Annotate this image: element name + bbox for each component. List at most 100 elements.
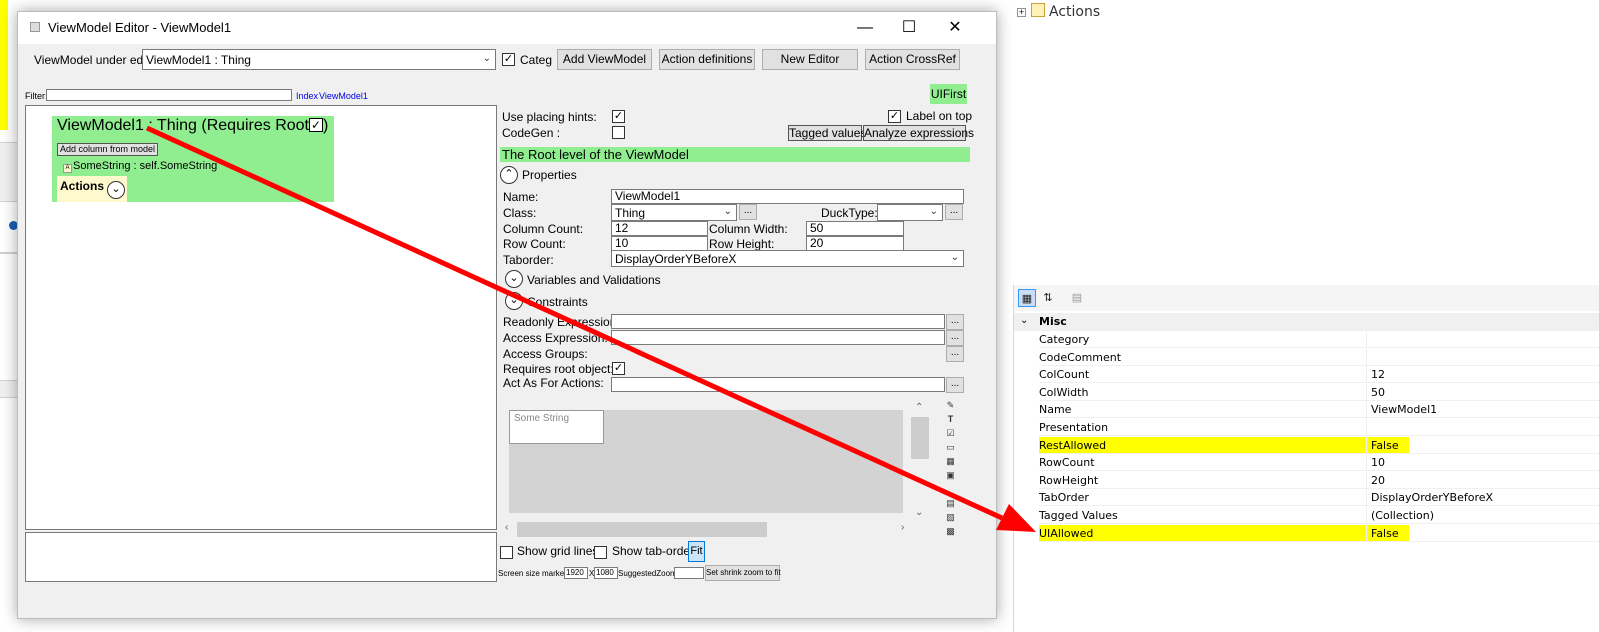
show-grid-lines-checkbox[interactable] [500,546,513,559]
scroll-right-icon[interactable]: › [901,522,904,533]
filter-input[interactable] [46,89,292,101]
preview-field[interactable]: Some String [509,410,604,444]
codegen-checkbox[interactable] [612,126,625,139]
property-row[interactable]: Tagged Values (Collection) [1014,506,1599,525]
name-input[interactable]: ViewModel1 [611,189,964,204]
scroll-left-icon[interactable]: ‹ [505,522,508,533]
image-tool-icon[interactable]: ▣ [945,470,956,481]
viewmodel-link[interactable]: ViewModel1 [319,91,368,101]
row-height-input[interactable]: 20 [806,236,904,251]
design-canvas[interactable]: ViewModel1 : Thing (Requires Root ✓) Add … [25,105,497,530]
vm-under-edit-select[interactable]: ViewModel1 : Thing ⌄ [142,49,496,70]
text-icon[interactable]: T [945,414,956,425]
expand-actions-icon[interactable]: ⌄ [107,181,125,199]
constraints-expand-icon[interactable]: ⌄ [505,292,523,310]
property-row[interactable]: RowCount 10 [1014,454,1599,472]
screen-width-input[interactable]: 1920 [564,567,588,579]
property-value[interactable]: ViewModel1 [1366,401,1599,419]
action-crossref-button[interactable]: Action CrossRef [865,49,960,70]
categ-checkbox[interactable]: ✓ [502,53,515,66]
checkbox-tool-icon[interactable]: ☑ [945,428,956,439]
access-groups-browse[interactable]: ... [946,346,964,362]
edit-icon[interactable]: ✎ [945,400,956,411]
properties-collapse-icon[interactable]: ⌃ [500,166,518,184]
property-value[interactable] [1366,331,1599,348]
set-shrink-zoom-button[interactable]: Set shrink zoom to fit [705,565,781,581]
property-value[interactable]: (Collection) [1366,506,1599,524]
add-column-button[interactable]: Add column from model [57,143,159,156]
ducktype-browse-button[interactable]: ... [945,204,963,220]
class-browse-button[interactable]: ... [739,204,757,220]
output-pane[interactable] [25,532,497,582]
list-tool-icon[interactable]: ▧ [945,512,956,523]
combo-tool-icon[interactable]: ▩ [945,526,956,537]
variables-expand-icon[interactable]: ⌄ [505,270,523,288]
property-pages-icon[interactable]: ▤ [1068,289,1086,307]
show-tab-order-checkbox[interactable] [594,546,607,559]
tree-node-actions[interactable]: Actions [1049,4,1100,20]
property-row[interactable]: ColCount 12 [1014,366,1599,384]
act-as-input[interactable] [611,377,945,392]
scroll-up-icon[interactable]: ⌃ [915,402,923,413]
property-value[interactable] [1366,348,1599,366]
property-row[interactable]: RestAllowed False [1014,436,1599,455]
sort-alphabetical-icon[interactable]: ⇅ [1039,289,1057,307]
property-row[interactable]: Category [1014,331,1599,349]
property-row[interactable]: Presentation [1014,418,1599,437]
analyze-expressions-button[interactable]: Analyze expressions [863,125,974,141]
button-tool-icon[interactable]: ▭ [945,442,956,453]
property-row[interactable]: UIAllowed False [1014,524,1599,543]
property-row[interactable]: ColWidth 50 [1014,383,1599,402]
property-row[interactable]: RowHeight 20 [1014,471,1599,490]
grid-tool-icon[interactable]: ▦ [945,456,956,467]
expand-icon[interactable]: + [1017,8,1026,17]
categorized-icon[interactable]: ▦ [1018,289,1036,307]
category-row[interactable]: ⌄ Misc [1014,313,1599,331]
tagged-values-button[interactable]: Tagged values [788,125,866,141]
property-value[interactable] [1366,418,1599,436]
screen-height-input[interactable]: 1080 [594,567,618,579]
column-width-input[interactable]: 50 [806,221,904,236]
access-expression-browse[interactable]: ... [946,330,964,346]
close-icon[interactable]: ✕ [932,12,978,44]
property-value[interactable]: DisplayOrderYBeforeX [1366,489,1599,507]
property-row[interactable]: CodeComment [1014,348,1599,367]
minimize-icon[interactable]: — [842,12,888,44]
access-expression-input[interactable] [611,330,945,345]
panel-tool-icon[interactable]: ▤ [945,498,956,509]
property-row[interactable]: TabOrder DisplayOrderYBeforeX [1014,489,1599,507]
use-placing-hints-checkbox[interactable]: ✓ [612,110,625,123]
new-editor-button[interactable]: New Editor [762,49,858,70]
label-on-top-checkbox[interactable]: ✓ [888,110,901,123]
property-value[interactable]: 50 [1366,383,1599,401]
viewmodel-box[interactable]: ViewModel1 : Thing (Requires Root ✓) Add … [52,116,334,202]
suggested-zoom-input[interactable] [674,567,704,579]
row-count-input[interactable]: 10 [611,236,708,251]
collapse-category-icon[interactable]: ⌄ [1020,315,1028,326]
index-link[interactable]: Index [296,91,318,101]
taborder-select[interactable]: DisplayOrderYBeforeX ⌄ [611,250,964,267]
property-value[interactable]: 20 [1366,471,1599,489]
class-select[interactable]: Thing ⌄ [611,204,737,221]
requires-root-checkbox[interactable]: ✓ [308,118,323,132]
readonly-expression-browse[interactable]: ... [946,314,964,330]
requires-root-object-checkbox[interactable]: ✓ [612,362,625,375]
property-value[interactable]: 10 [1366,454,1599,472]
act-as-browse[interactable]: ... [946,377,964,393]
attribute-row[interactable]: A SomeString : self.SomeString [63,160,217,173]
property-value[interactable]: False [1366,524,1599,542]
layout-preview[interactable]: Some String [509,410,903,513]
action-definitions-button[interactable]: Action definitions [659,49,755,70]
fit-button[interactable]: Fit [688,541,705,562]
horizontal-scrollbar-thumb[interactable] [517,522,767,537]
property-value[interactable]: False [1366,436,1599,454]
maximize-icon[interactable]: ☐ [886,12,932,44]
vertical-scrollbar-thumb[interactable] [911,417,929,459]
scroll-down-icon[interactable]: ⌄ [915,507,923,518]
add-viewmodel-button[interactable]: Add ViewModel [557,49,652,70]
property-row[interactable]: Name ViewModel1 [1014,401,1599,419]
ducktype-select[interactable]: ⌄ [877,204,943,221]
property-value[interactable]: 12 [1366,366,1599,384]
readonly-expression-input[interactable] [611,314,945,329]
column-count-input[interactable]: 12 [611,221,708,236]
